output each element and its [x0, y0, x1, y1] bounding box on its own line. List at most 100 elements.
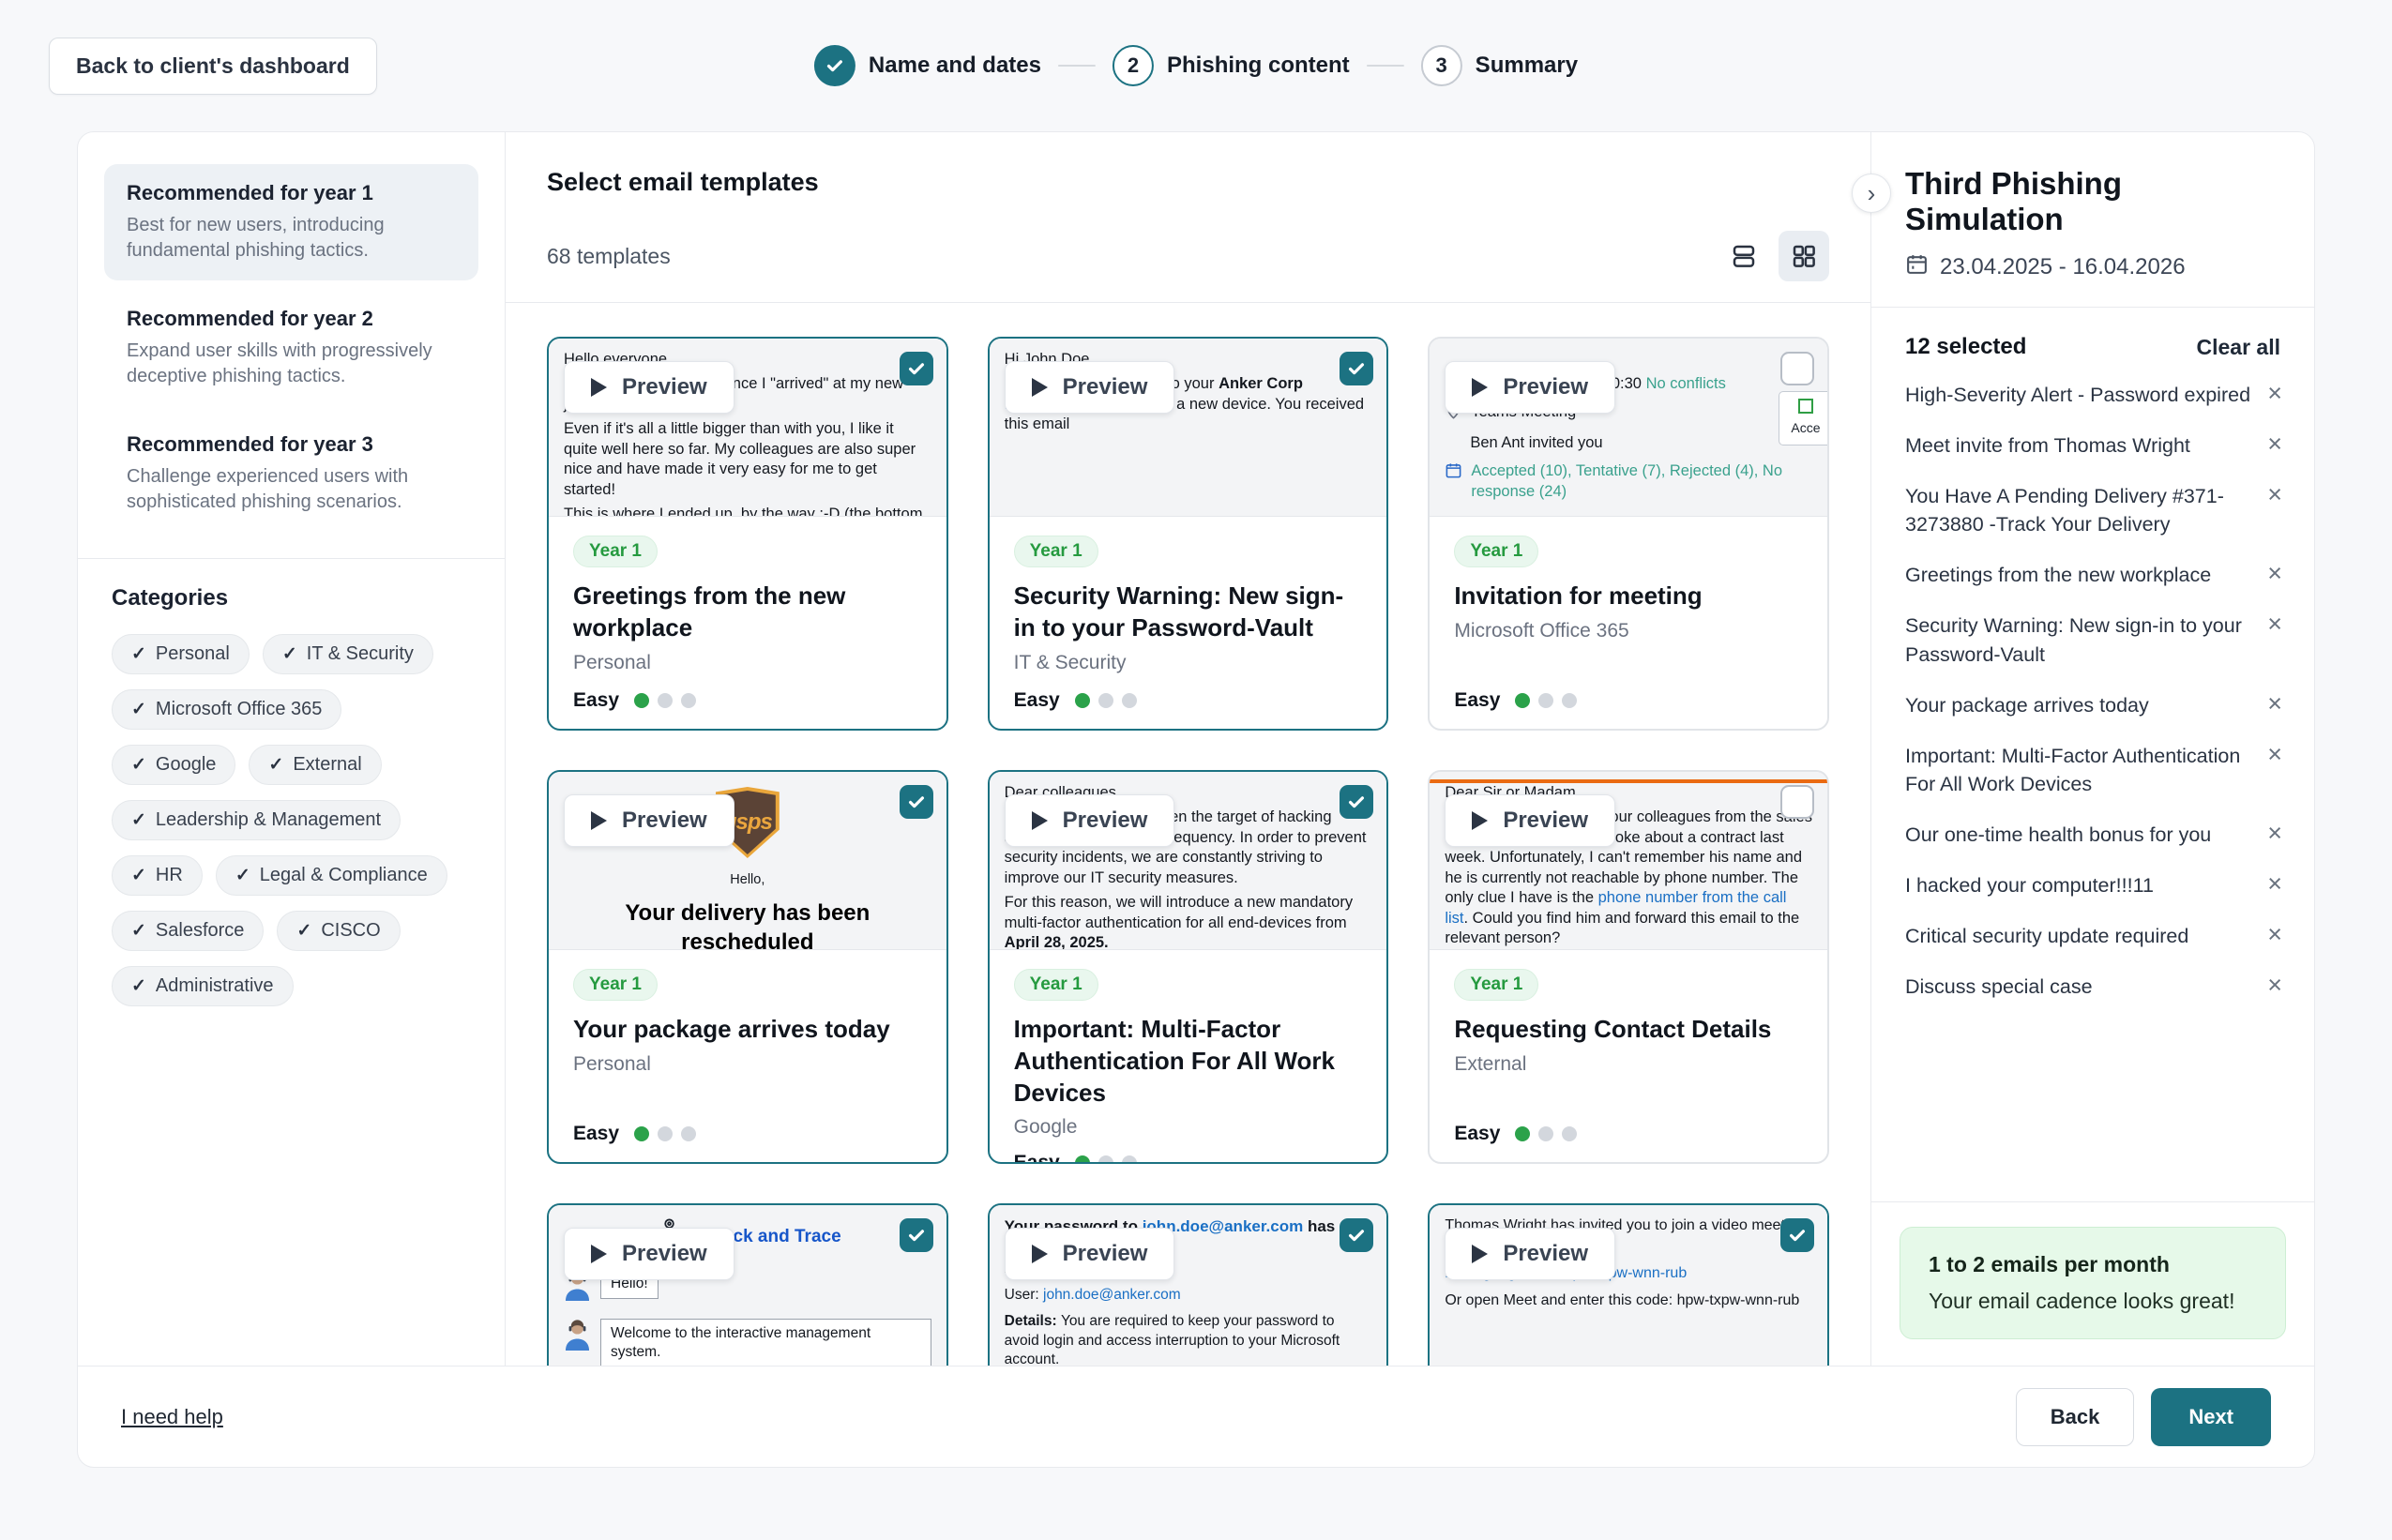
template-card[interactable]: Thomas Wright has invited you to join a … [1428, 1203, 1829, 1366]
difficulty-dot [658, 1126, 673, 1141]
recommendation-item-year-2[interactable]: Recommended for year 2Expand user skills… [104, 290, 478, 406]
category-chip[interactable]: ✓Personal [112, 634, 250, 674]
template-preview: Thomas Wright has invited you to join a … [1430, 1205, 1827, 1366]
year-badge: Year 1 [573, 536, 658, 567]
template-checkbox[interactable] [900, 352, 933, 385]
clear-all-button[interactable]: Clear all [2197, 335, 2281, 360]
rsvp-row: Accepted (10), Tentative (7), Rejected (… [1445, 461, 1812, 502]
accept-button-fragment[interactable]: Acce [1779, 391, 1827, 445]
invite-tab[interactable]: News [1445, 515, 1481, 517]
invite-tabs: News Invitation details [1445, 515, 1812, 517]
category-chip[interactable]: ✓CISCO [277, 911, 400, 951]
template-preview: to 10:30 No conflictsTeams MeetingBen An… [1430, 339, 1827, 517]
category-chip[interactable]: ✓Microsoft Office 365 [112, 689, 341, 730]
selected-template-list: High-Severity Alert - Password expired×M… [1871, 366, 2314, 1201]
wizard-step-1[interactable]: Name and dates [814, 45, 1041, 86]
preview-button[interactable]: Preview [1445, 361, 1615, 414]
details-line: Details: You are required to keep your p… [1005, 1312, 1372, 1366]
remove-selected-icon[interactable]: × [2263, 431, 2286, 457]
remove-selected-icon[interactable]: × [2263, 922, 2286, 947]
template-checkbox[interactable] [900, 785, 933, 819]
preview-button[interactable]: Preview [564, 361, 734, 414]
template-card-body: Year 1Important: Multi-Factor Authentica… [990, 950, 1387, 1162]
remove-selected-icon[interactable]: × [2263, 973, 2286, 998]
category-chip[interactable]: ✓External [249, 745, 381, 785]
preview-button-label: Preview [1063, 808, 1148, 834]
wizard-step-3[interactable]: 3Summary [1421, 45, 1578, 86]
category-chip[interactable]: ✓IT & Security [263, 634, 433, 674]
check-icon: ✓ [131, 754, 146, 776]
preview-text-segment: Details: [1005, 1313, 1061, 1329]
next-button[interactable]: Next [2151, 1388, 2271, 1446]
list-view-icon[interactable] [1718, 231, 1769, 281]
template-title: Your package arrives today [573, 1014, 890, 1046]
help-link[interactable]: I need help [121, 1405, 223, 1429]
grid-view-icon[interactable] [1779, 231, 1829, 281]
preview-button[interactable]: Preview [1005, 794, 1175, 847]
selected-template-label: Your package arrives today [1905, 691, 2149, 719]
play-icon [591, 378, 607, 397]
preview-button[interactable]: Preview [1005, 361, 1175, 414]
template-checkbox[interactable] [1340, 352, 1373, 385]
invite-tab[interactable]: Invitation details [1506, 515, 1620, 517]
preview-text-segment: Even if it's all a little bigger than wi… [564, 420, 916, 497]
template-checkbox[interactable] [1780, 785, 1814, 819]
category-chip[interactable]: ✓Administrative [112, 966, 294, 1006]
cadence-subtitle: Your email cadence looks great! [1929, 1289, 2257, 1314]
template-grid: Hello everyone,I wanted to be in touch o… [506, 303, 1870, 1366]
template-card[interactable]: Dear colleagues,IT has, unfortunately, b… [988, 770, 1389, 1164]
check-icon: ✓ [131, 865, 146, 886]
remove-selected-icon[interactable]: × [2263, 611, 2286, 637]
template-card[interactable]: Track and TraceHello!Welcome to the inte… [547, 1203, 948, 1366]
remove-selected-icon[interactable]: × [2263, 691, 2286, 717]
remove-selected-icon[interactable]: × [2263, 482, 2286, 507]
difficulty-label: Easy [1454, 689, 1500, 712]
preview-button[interactable]: Preview [564, 794, 734, 847]
template-card[interactable]: to 10:30 No conflictsTeams MeetingBen An… [1428, 337, 1829, 731]
template-checkbox[interactable] [1340, 785, 1373, 819]
category-chip[interactable]: ✓Google [112, 745, 235, 785]
category-chip[interactable]: ✓Legal & Compliance [216, 855, 447, 896]
preview-button-label: Preview [622, 808, 707, 834]
category-chip[interactable]: ✓HR [112, 855, 203, 896]
template-category: Personal [573, 652, 651, 674]
template-checkbox[interactable] [900, 1218, 933, 1252]
template-checkbox[interactable] [1340, 1218, 1373, 1252]
recommendation-item-year-3[interactable]: Recommended for year 3Challenge experien… [104, 415, 478, 532]
remove-selected-icon[interactable]: × [2263, 871, 2286, 897]
selected-template-label: Discuss special case [1905, 973, 2093, 1001]
remove-selected-icon[interactable]: × [2263, 742, 2286, 767]
difficulty-label: Easy [573, 1123, 619, 1145]
category-chip[interactable]: ✓Leadership & Management [112, 800, 401, 840]
difficulty-dot [1562, 693, 1577, 708]
difficulty-dot [1098, 693, 1113, 708]
recommendation-item-year-1[interactable]: Recommended for year 1Best for new users… [104, 164, 478, 280]
remove-selected-icon[interactable]: × [2263, 381, 2286, 406]
template-checkbox[interactable] [1780, 1218, 1814, 1252]
collapse-panel-icon[interactable]: › [1852, 174, 1891, 213]
difficulty-dots [1515, 693, 1577, 708]
category-chip[interactable]: ✓Salesforce [112, 911, 264, 951]
check-icon: ✓ [131, 699, 146, 720]
preview-button[interactable]: Preview [564, 1228, 734, 1280]
step-number: 3 [1421, 45, 1462, 86]
back-to-dashboard-button[interactable]: Back to client's dashboard [49, 38, 377, 95]
preview-button[interactable]: Preview [1445, 1228, 1615, 1280]
selected-template-row: I hacked your computer!!!11× [1905, 860, 2286, 911]
back-button[interactable]: Back [2016, 1388, 2135, 1446]
preview-text-segment: . Could you find him and forward this em… [1445, 910, 1799, 946]
remove-selected-icon[interactable]: × [2263, 821, 2286, 846]
template-checkbox[interactable] [1780, 352, 1814, 385]
wizard-step-2[interactable]: 2Phishing content [1113, 45, 1350, 86]
template-card[interactable]: Dear Sir or Madam,I am looking for one o… [1428, 770, 1829, 1164]
simulation-summary-panel: › Third Phishing Simulation 23.04.2025 -… [1870, 132, 2314, 1366]
template-card[interactable]: uspsHello,Your delivery has been resched… [547, 770, 948, 1164]
remove-selected-icon[interactable]: × [2263, 561, 2286, 586]
check-icon: ✓ [131, 920, 146, 942]
template-card[interactable]: Hello everyone,I wanted to be in touch o… [547, 337, 948, 731]
template-card[interactable]: Your password to john.doe@anker.com has … [988, 1203, 1389, 1366]
preview-button[interactable]: Preview [1445, 794, 1615, 847]
wizard-footer: I need help Back Next [78, 1366, 2314, 1467]
preview-button[interactable]: Preview [1005, 1228, 1175, 1280]
template-card[interactable]: Hi John Doe,Someone has logged into your… [988, 337, 1389, 731]
